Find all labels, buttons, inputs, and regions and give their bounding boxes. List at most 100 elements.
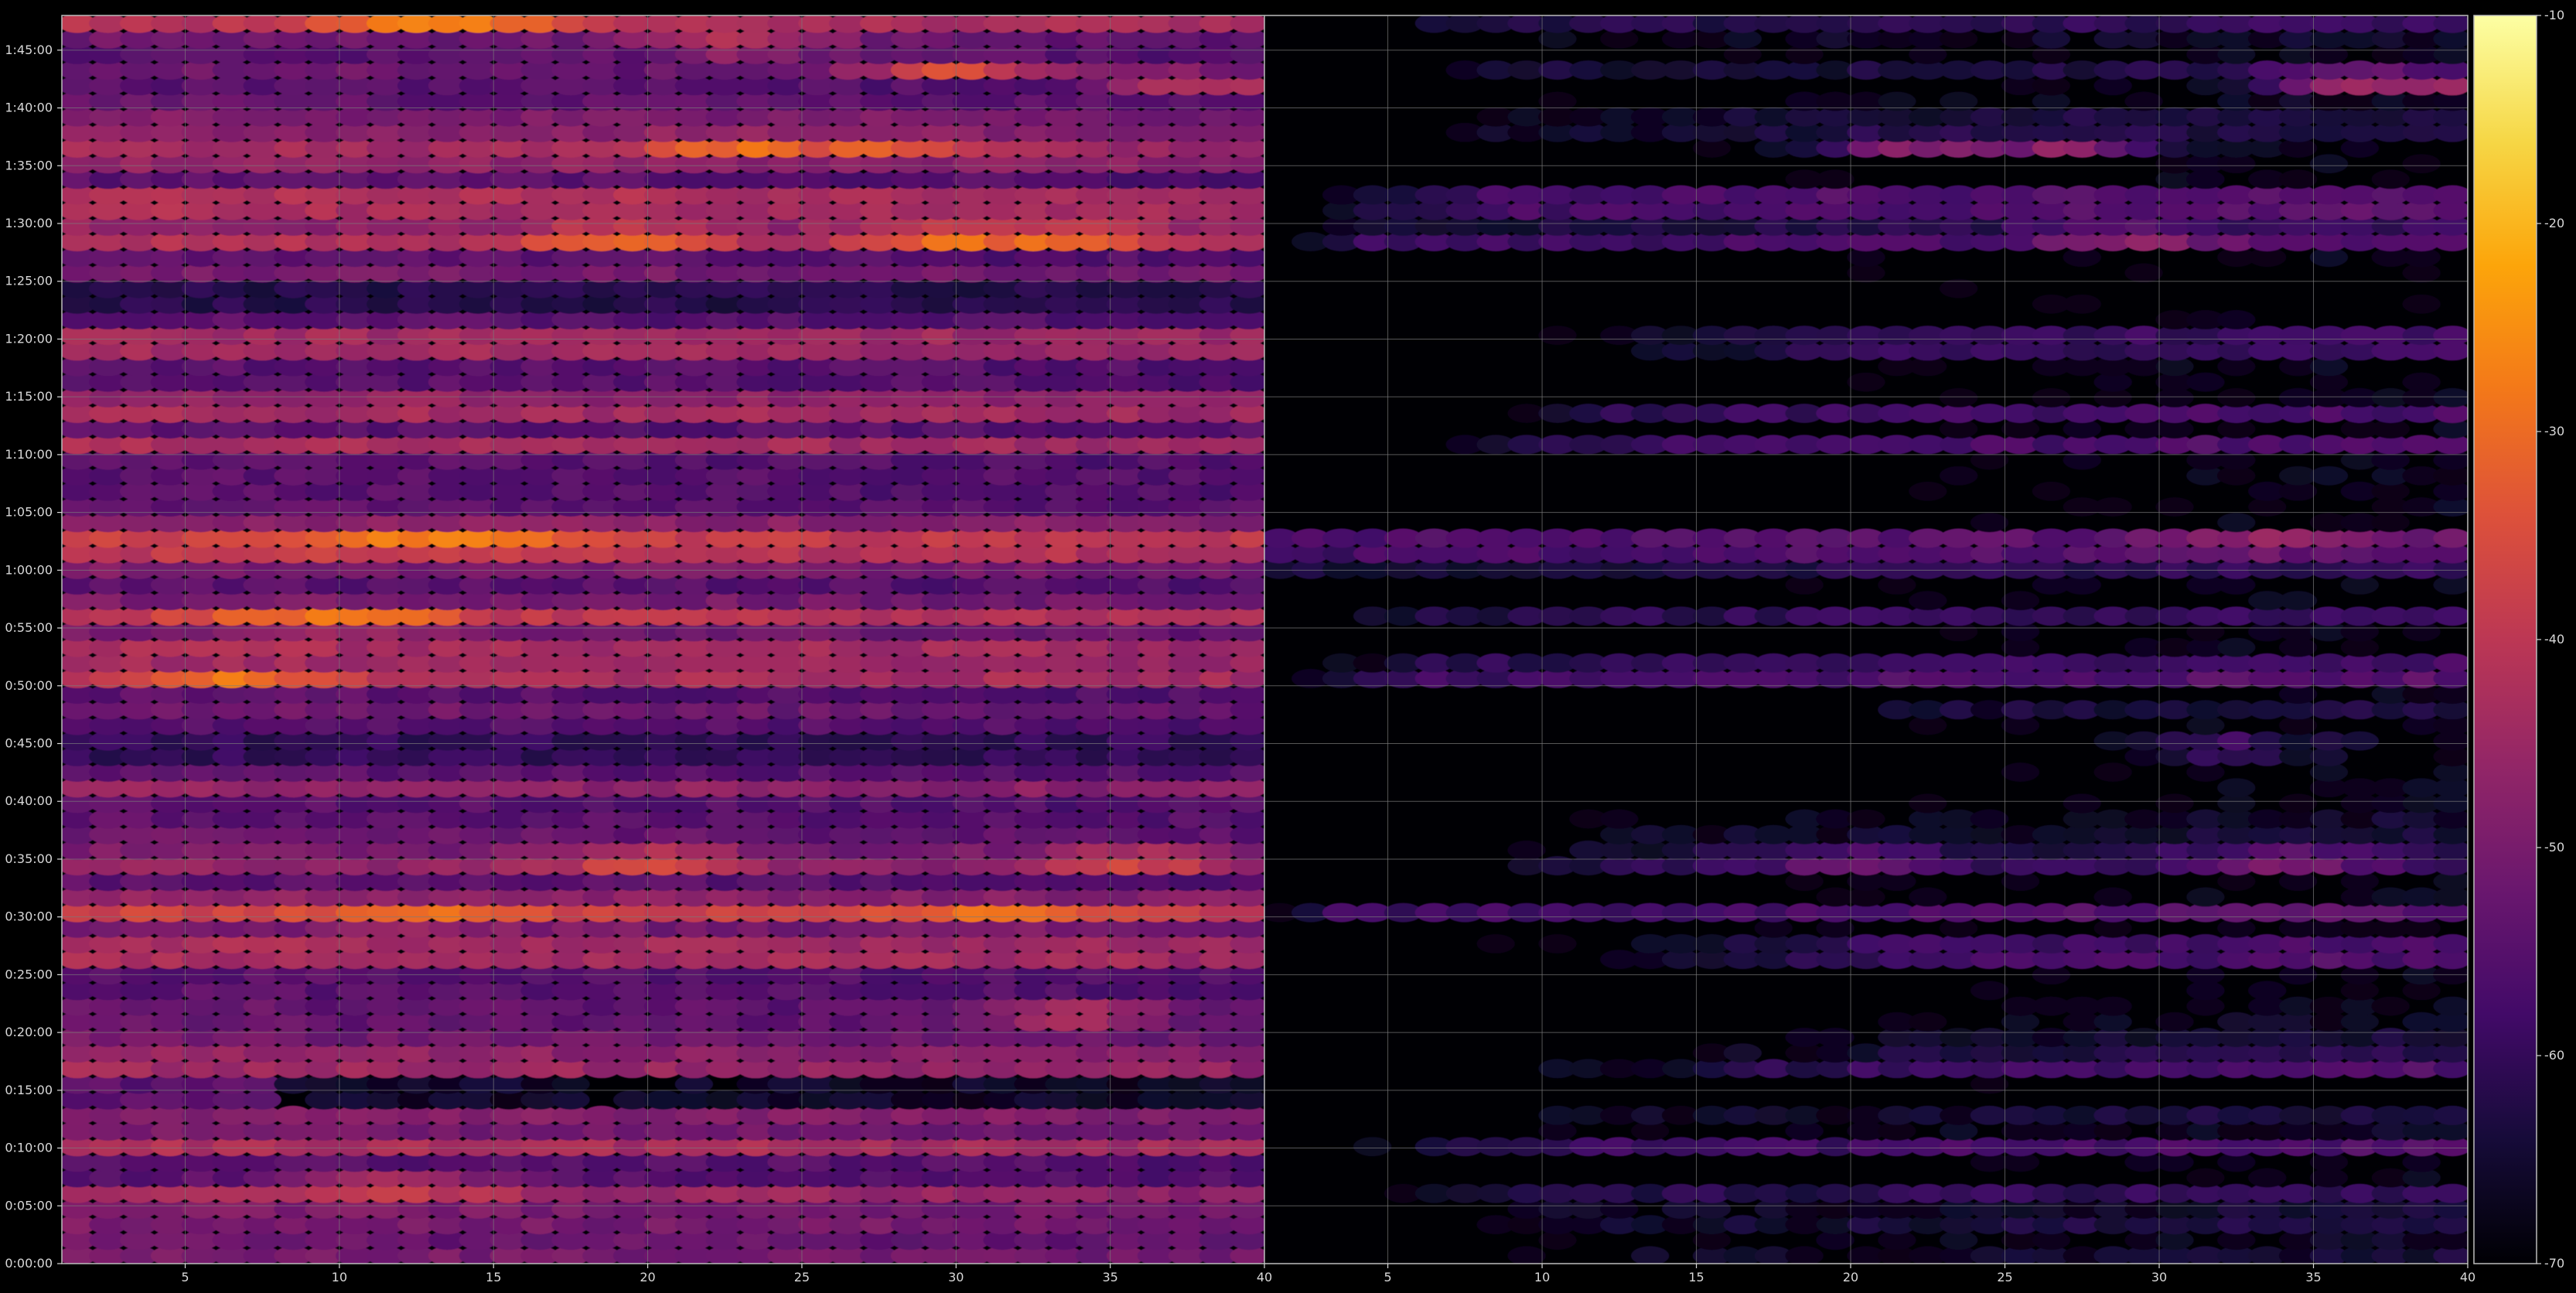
x-tick-label: 35 — [2305, 1270, 2321, 1284]
heatmap-cell — [2248, 981, 2287, 1001]
heatmap-cell — [1538, 933, 1577, 954]
heatmap-cell — [1909, 887, 1947, 907]
heatmap-cell — [2402, 154, 2441, 174]
heatmap-cell — [1538, 326, 1577, 346]
heatmap-cell — [2433, 326, 2468, 346]
colorbar-tick-label: -10 — [2544, 8, 2564, 22]
heatmap-cell — [2217, 778, 2256, 798]
x-tick-label: 30 — [948, 1270, 964, 1284]
heatmap-cell — [1816, 1028, 1854, 1047]
heatmap-cell — [2433, 996, 2468, 1016]
heatmap-cell — [1970, 809, 2009, 829]
heatmap-cell — [2155, 1012, 2194, 1032]
heatmap-cell — [1909, 793, 1947, 814]
y-tick-label: 1:25:00 — [5, 274, 53, 288]
heatmap-cell — [2402, 294, 2441, 314]
colorbar-tick-label: -70 — [2544, 1256, 2564, 1271]
heatmap-cell — [2371, 996, 2410, 1016]
heatmap-cell — [1507, 840, 1546, 860]
y-tick-label: 1:15:00 — [5, 389, 53, 404]
y-tick-label: 1:00:00 — [5, 562, 53, 577]
heatmap-cell — [1970, 981, 2009, 1001]
heatmap-cell — [2032, 387, 2071, 408]
x-tick-label: 20 — [1843, 1270, 1858, 1284]
x-tick-label: 30 — [2151, 1270, 2167, 1284]
y-tick-label: 1:40:00 — [5, 101, 53, 115]
y-tick-label: 1:30:00 — [5, 216, 53, 230]
colorbar-tick-label: -40 — [2544, 632, 2564, 646]
heatmap-cell — [1847, 372, 1885, 392]
heatmap-cell — [2217, 637, 2256, 657]
colorbar-tick-label: -60 — [2544, 1048, 2564, 1063]
heatmap-cell — [2278, 793, 2318, 814]
right-heatmap-panel — [1264, 15, 2468, 1264]
heatmap-cell — [2433, 933, 2468, 954]
colorbar-gradient — [2474, 15, 2537, 1264]
x-tick-label: 10 — [332, 1270, 347, 1284]
heatmap-cell — [2278, 169, 2318, 189]
heatmap-cell — [2217, 387, 2256, 408]
heatmap-cell — [1600, 809, 1639, 829]
heatmap-cell — [1631, 1246, 1670, 1264]
heatmap-cell — [2433, 653, 2468, 673]
colorbar-tick-label: -50 — [2544, 840, 2564, 855]
y-tick-label: 0:20:00 — [5, 1025, 53, 1039]
heatmap-cell — [2001, 762, 2040, 782]
x-tick-label: 5 — [1384, 1270, 1391, 1284]
left-heatmap-panel — [62, 15, 1264, 1264]
heatmap-cell — [2093, 762, 2132, 782]
heatmap-cell — [2402, 372, 2441, 392]
heatmap-cell — [1353, 1137, 1392, 1157]
heatmap-cell — [2340, 731, 2380, 751]
x-tick-label: 10 — [1534, 1270, 1550, 1284]
heatmap-cell — [2093, 996, 2132, 1016]
heatmap-cell — [2433, 606, 2468, 626]
heatmap-cell — [1940, 278, 1978, 299]
heatmap-cell — [1909, 591, 1947, 611]
heatmap-cell — [2186, 372, 2225, 392]
y-tick-label: 0:15:00 — [5, 1083, 53, 1097]
heatmap-cell — [1940, 387, 1978, 408]
x-tick-label: 15 — [1688, 1270, 1704, 1284]
heatmap-cell — [1230, 15, 1264, 33]
heatmap-cell — [1723, 1043, 1762, 1063]
y-tick-label: 1:20:00 — [5, 331, 53, 346]
colorbar-tick-label: -20 — [2544, 216, 2564, 230]
y-tick-label: 0:30:00 — [5, 909, 53, 924]
heatmap-cell — [2278, 591, 2318, 611]
heatmap-cell — [2217, 513, 2256, 533]
heatmap-cell — [2155, 793, 2194, 814]
heatmap-cell — [2217, 309, 2256, 329]
y-tick-label: 0:50:00 — [5, 678, 53, 693]
heatmap-cell — [2309, 466, 2349, 486]
y-tick-label: 0:45:00 — [5, 736, 53, 751]
heatmap-cell — [2433, 528, 2468, 548]
x-tick-label: 5 — [181, 1270, 189, 1284]
heatmap-cell — [2186, 887, 2225, 907]
heatmap-cell — [2309, 154, 2349, 174]
y-tick-label: 0:40:00 — [5, 793, 53, 808]
heatmap-cell — [2001, 591, 2040, 611]
y-tick-label: 0:55:00 — [5, 620, 53, 635]
y-tick-label: 0:10:00 — [5, 1141, 53, 1155]
heatmap-cell — [1785, 1246, 1824, 1264]
heatmap-cell — [1940, 466, 1978, 486]
heatmap-cell — [1507, 1246, 1546, 1264]
colorbar-tick-label: -30 — [2544, 424, 2564, 438]
heatmap-cell — [1816, 169, 1854, 189]
y-tick-label: 0:25:00 — [5, 967, 53, 981]
heatmap-cell — [2248, 1168, 2287, 1188]
y-tick-label: 1:05:00 — [5, 505, 53, 520]
y-tick-label: 1:45:00 — [5, 43, 53, 57]
heatmap-cell — [2155, 497, 2194, 517]
x-tick-label: 25 — [794, 1270, 810, 1284]
x-tick-label: 20 — [640, 1270, 655, 1284]
heatmap-cell — [2433, 185, 2468, 205]
y-tick-label: 0:35:00 — [5, 851, 53, 866]
heatmap-cell — [2063, 294, 2101, 314]
heatmap-cell — [1847, 809, 1885, 829]
heatmap-cell — [2093, 497, 2132, 517]
x-tick-label: 40 — [1257, 1270, 1272, 1284]
heatmap-figure: 0:00:000:05:000:10:000:15:000:20:000:25:… — [0, 0, 2576, 1293]
x-tick-label: 40 — [2460, 1270, 2475, 1284]
